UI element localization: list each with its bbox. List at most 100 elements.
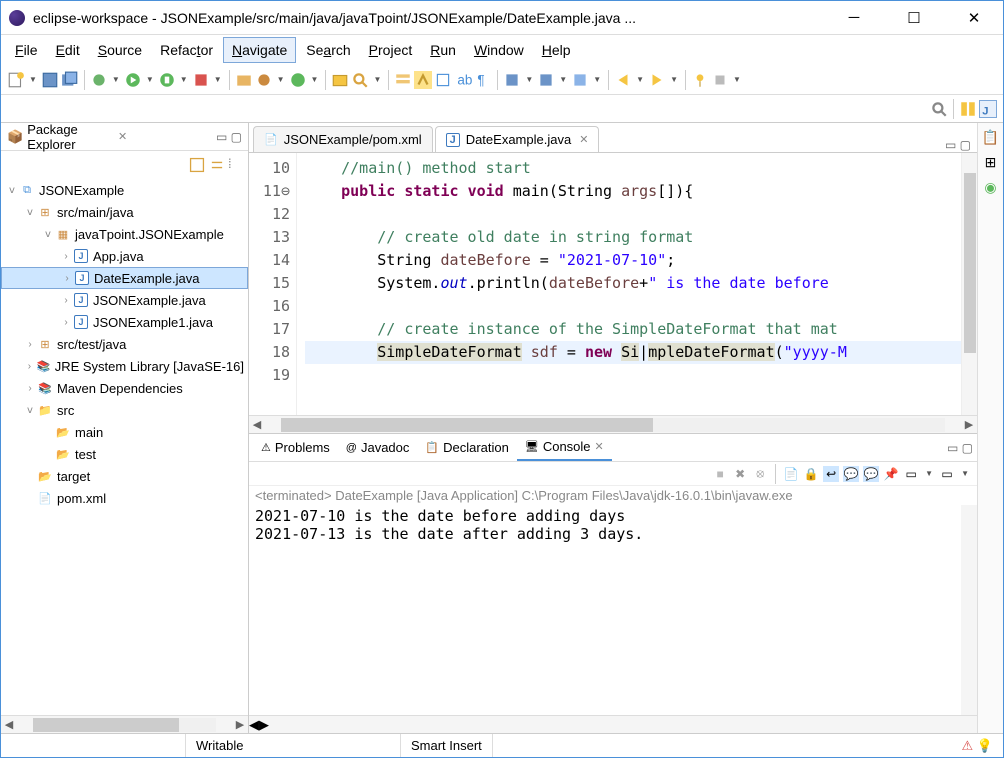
tree-item[interactable]: ⅴ⊞src/main/java bbox=[1, 201, 248, 223]
close-view-icon[interactable]: ✕ bbox=[118, 130, 127, 143]
saveall-icon[interactable] bbox=[61, 71, 79, 89]
twisty-icon[interactable]: › bbox=[59, 295, 73, 306]
block-selection-icon[interactable] bbox=[434, 71, 452, 89]
editor-body[interactable]: 1011⊖1213141516171819 //main() method st… bbox=[249, 153, 977, 415]
twisty-icon[interactable]: ⅴ bbox=[5, 185, 19, 196]
code-area[interactable]: //main() method start public static void… bbox=[297, 153, 977, 415]
twisty-icon[interactable]: › bbox=[59, 251, 73, 262]
debug-icon[interactable] bbox=[90, 71, 108, 89]
new-java-project-icon[interactable] bbox=[235, 71, 253, 89]
tree-item[interactable]: ›⊞src/test/java bbox=[1, 333, 248, 355]
twisty-icon[interactable]: › bbox=[23, 383, 37, 394]
pin-editor-icon[interactable] bbox=[691, 71, 709, 89]
mark-occurrences-icon[interactable] bbox=[414, 71, 432, 89]
show-whitespace-icon[interactable]: ab bbox=[454, 71, 472, 89]
editor-tab[interactable]: JDateExample.java✕ bbox=[435, 126, 600, 152]
bottom-tab-console[interactable]: 🖥Console ✕ bbox=[517, 435, 612, 461]
twisty-icon[interactable]: ⅴ bbox=[23, 405, 37, 416]
close-tab-icon[interactable]: ✕ bbox=[595, 440, 604, 453]
tree-item[interactable]: ⅴ▦javaTpoint.JSONExample bbox=[1, 223, 248, 245]
back-icon[interactable] bbox=[614, 71, 632, 89]
console-output[interactable]: 2021-07-10 is the date before adding day… bbox=[249, 505, 977, 715]
terminate-icon[interactable]: ■ bbox=[712, 466, 728, 482]
menu-edit[interactable]: Edit bbox=[48, 38, 88, 62]
tree-item[interactable]: 📂main bbox=[1, 421, 248, 443]
close-tab-icon[interactable]: ✕ bbox=[579, 133, 588, 146]
tree-item[interactable]: ›JJSONExample.java bbox=[1, 289, 248, 311]
open-console-icon[interactable]: 📌 bbox=[883, 466, 899, 482]
collapse-all-icon[interactable] bbox=[188, 156, 202, 170]
clear-console-icon[interactable]: 📄 bbox=[783, 466, 799, 482]
tree-item[interactable]: ⅴ📁src bbox=[1, 399, 248, 421]
word-wrap-icon[interactable]: ↩ bbox=[823, 466, 839, 482]
bottom-tab-javadoc[interactable]: @Javadoc bbox=[338, 435, 418, 461]
new-icon[interactable] bbox=[7, 71, 25, 89]
bottom-tab-problems[interactable]: ⚠Problems bbox=[253, 435, 338, 461]
twisty-icon[interactable]: ⅴ bbox=[41, 229, 55, 240]
menu-navigate[interactable]: Navigate bbox=[223, 37, 296, 63]
tree-item[interactable]: 📂target bbox=[1, 465, 248, 487]
menu-file[interactable]: File bbox=[7, 38, 46, 62]
display-selected-icon[interactable]: ▭ bbox=[903, 466, 919, 482]
pin-editor2-icon[interactable] bbox=[711, 71, 729, 89]
menu-project[interactable]: Project bbox=[361, 38, 421, 62]
outline-view-icon[interactable]: 📋 bbox=[982, 129, 999, 146]
scroll-lock-icon[interactable]: 🔒 bbox=[803, 466, 819, 482]
close-button[interactable]: ✕ bbox=[953, 4, 995, 32]
search-icon[interactable] bbox=[351, 71, 369, 89]
tree-item[interactable]: ›JApp.java bbox=[1, 245, 248, 267]
tree-item[interactable]: ›JJSONExample1.java bbox=[1, 311, 248, 333]
paragraph-icon[interactable]: ¶ bbox=[474, 71, 492, 89]
forward-icon[interactable] bbox=[648, 71, 666, 89]
new-console-icon[interactable]: ▭ bbox=[939, 466, 955, 482]
open-perspective-icon[interactable] bbox=[959, 100, 977, 118]
tree-item[interactable]: ›📚Maven Dependencies bbox=[1, 377, 248, 399]
new-dropdown[interactable]: ▼ bbox=[27, 75, 39, 84]
menu-run[interactable]: Run bbox=[422, 38, 464, 62]
console-v-scroll[interactable] bbox=[961, 505, 977, 715]
editor-tab[interactable]: 📄JSONExample/pom.xml bbox=[253, 126, 433, 152]
tree-item[interactable]: ›JDateExample.java bbox=[1, 267, 248, 289]
sidebar-h-scroll[interactable]: ◀▶ bbox=[1, 715, 248, 733]
minimize-view-icon[interactable]: ▭ ▢ bbox=[216, 130, 242, 144]
task-list-icon[interactable]: ⊞ bbox=[985, 154, 997, 171]
menu-search[interactable]: Search bbox=[298, 38, 358, 62]
status-icons[interactable]: ⚠ 💡 bbox=[952, 734, 1003, 757]
editor-h-scroll[interactable]: ◀▶ bbox=[249, 415, 977, 433]
editor-v-scroll[interactable] bbox=[961, 153, 977, 415]
menu-refactor[interactable]: Refactor bbox=[152, 38, 221, 62]
menu-source[interactable]: Source bbox=[90, 38, 150, 62]
new-java-package-icon[interactable] bbox=[255, 71, 273, 89]
save-icon[interactable] bbox=[41, 71, 59, 89]
link-editor-icon[interactable] bbox=[208, 156, 222, 170]
line-gutter[interactable]: 1011⊖1213141516171819 bbox=[249, 153, 297, 415]
console-h-scroll[interactable]: ◀▶ bbox=[249, 715, 977, 733]
outline-icon[interactable]: ◉ bbox=[984, 179, 996, 196]
focus-icon[interactable]: ⁞ bbox=[228, 156, 242, 170]
next-annotation-icon[interactable] bbox=[503, 71, 521, 89]
tree-item[interactable]: 📄pom.xml bbox=[1, 487, 248, 509]
twisty-icon[interactable]: › bbox=[60, 273, 74, 284]
package-explorer-tree[interactable]: ⅴ⧉JSONExampleⅴ⊞src/main/javaⅴ▦javaTpoint… bbox=[1, 175, 248, 715]
maximize-button[interactable]: ☐ bbox=[893, 4, 935, 32]
java-perspective-icon[interactable]: J bbox=[979, 100, 997, 118]
twisty-icon[interactable]: › bbox=[23, 361, 36, 372]
tree-item[interactable]: ⅴ⧉JSONExample bbox=[1, 179, 248, 201]
minimize-button[interactable]: ─ bbox=[833, 4, 875, 32]
twisty-icon[interactable]: › bbox=[59, 317, 73, 328]
bulb-icon[interactable]: 💡 bbox=[977, 738, 993, 754]
titlebar[interactable]: eclipse-workspace - JSONExample/src/main… bbox=[1, 1, 1003, 35]
run-icon[interactable] bbox=[124, 71, 142, 89]
tree-item[interactable]: 📂test bbox=[1, 443, 248, 465]
menu-window[interactable]: Window bbox=[466, 38, 532, 62]
package-explorer-header[interactable]: 📦 Package Explorer ✕ ▭ ▢ bbox=[1, 123, 248, 151]
editor-tab-controls[interactable]: ▭ ▢ bbox=[939, 138, 977, 152]
tip-icon[interactable]: ⚠ bbox=[962, 738, 974, 754]
new-java-class-icon[interactable] bbox=[289, 71, 307, 89]
twisty-icon[interactable]: › bbox=[23, 339, 37, 350]
last-edit-icon[interactable] bbox=[571, 71, 589, 89]
ext-tools-icon[interactable] bbox=[192, 71, 210, 89]
bottom-tab-declaration[interactable]: 📋Declaration bbox=[417, 435, 516, 461]
bottom-tab-controls[interactable]: ▭ ▢ bbox=[947, 441, 973, 455]
toggle-breadcrumb-icon[interactable] bbox=[394, 71, 412, 89]
